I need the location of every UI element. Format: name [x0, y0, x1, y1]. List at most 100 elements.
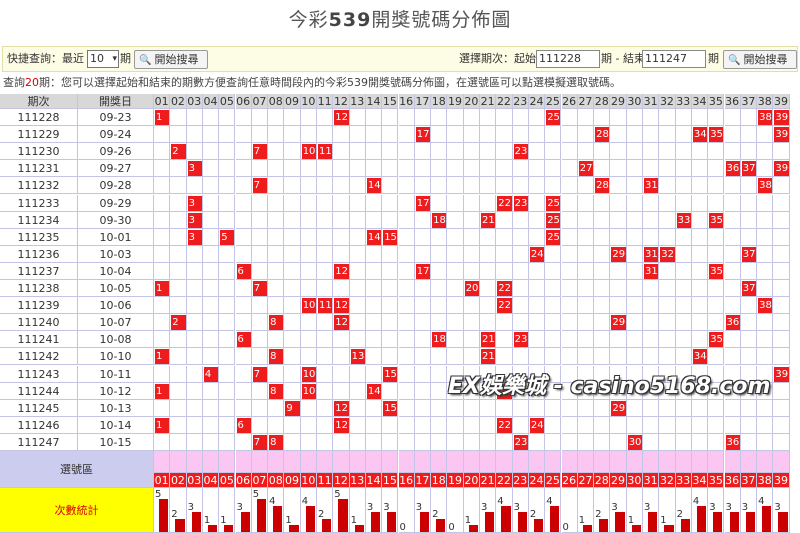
select-cell[interactable] [447, 451, 464, 473]
range-search-button[interactable]: 🔍 開始搜尋 [723, 50, 797, 69]
grid-cell [659, 331, 676, 349]
select-cell[interactable] [398, 451, 415, 473]
select-cell[interactable] [708, 451, 725, 473]
grid-cell [333, 228, 350, 246]
select-number-31[interactable]: 31 [643, 473, 660, 488]
select-number-39[interactable]: 39 [773, 473, 790, 488]
grid-cell [561, 433, 578, 451]
stats-cell: 3 [610, 488, 627, 533]
select-cell[interactable] [675, 451, 692, 473]
select-number-07[interactable]: 07 [251, 473, 269, 488]
select-cell[interactable] [561, 451, 578, 473]
grid-cell [268, 280, 285, 298]
select-number-02[interactable]: 02 [170, 473, 187, 488]
select-number-18[interactable]: 18 [431, 473, 448, 488]
select-number-38[interactable]: 38 [757, 473, 774, 488]
select-number-12[interactable]: 12 [333, 473, 350, 488]
grid-cell [317, 194, 334, 212]
select-number-09[interactable]: 09 [284, 473, 301, 488]
select-cell[interactable] [463, 451, 480, 473]
select-cell[interactable] [773, 451, 790, 473]
col-header-number: 10 [300, 94, 317, 109]
select-number-35[interactable]: 35 [708, 473, 725, 488]
select-number-33[interactable]: 33 [675, 473, 692, 488]
select-cell[interactable] [317, 451, 334, 473]
select-number-29[interactable]: 29 [610, 473, 627, 488]
select-number-25[interactable]: 25 [545, 473, 562, 488]
select-cell[interactable] [496, 451, 513, 473]
select-cell[interactable] [610, 451, 627, 473]
grid-cell [528, 143, 546, 161]
select-number-37[interactable]: 37 [740, 473, 758, 488]
select-cell[interactable] [643, 451, 660, 473]
stats-cell: 4 [757, 488, 774, 533]
select-number-30[interactable]: 30 [626, 473, 643, 488]
select-number-16[interactable]: 16 [398, 473, 415, 488]
select-cell[interactable] [528, 451, 546, 473]
select-cell[interactable] [186, 451, 203, 473]
query-notice: 查詢20期：您可以選擇起始和結束的期數方便查詢任意時間段內的今彩539開獎號碼分… [0, 74, 800, 92]
select-number-24[interactable]: 24 [528, 473, 546, 488]
select-cell[interactable] [268, 451, 285, 473]
select-number-13[interactable]: 13 [349, 473, 366, 488]
select-number-04[interactable]: 04 [202, 473, 220, 488]
select-cell[interactable] [333, 451, 350, 473]
select-number-01[interactable]: 01 [154, 473, 171, 488]
select-number-23[interactable]: 23 [512, 473, 529, 488]
select-cell[interactable] [740, 451, 758, 473]
select-cell[interactable] [691, 451, 709, 473]
select-number-14[interactable]: 14 [365, 473, 383, 488]
select-cell[interactable] [284, 451, 301, 473]
select-number-34[interactable]: 34 [691, 473, 709, 488]
select-cell[interactable] [577, 451, 595, 473]
stats-cell: 3 [643, 488, 660, 533]
select-number-26[interactable]: 26 [561, 473, 578, 488]
select-cell[interactable] [757, 451, 774, 473]
select-cell[interactable] [724, 451, 741, 473]
recent-count-select[interactable]: 10 ▾ [87, 50, 119, 68]
select-cell[interactable] [626, 451, 643, 473]
select-cell[interactable] [480, 451, 497, 473]
select-cell[interactable] [414, 451, 432, 473]
select-number-05[interactable]: 05 [219, 473, 236, 488]
select-number-03[interactable]: 03 [186, 473, 203, 488]
stats-count: 3 [481, 502, 488, 513]
select-number-06[interactable]: 06 [235, 473, 252, 488]
select-number-19[interactable]: 19 [447, 473, 464, 488]
select-cell[interactable] [154, 451, 171, 473]
select-number-17[interactable]: 17 [414, 473, 432, 488]
select-cell[interactable] [512, 451, 529, 473]
select-cell[interactable] [365, 451, 383, 473]
select-cell[interactable] [170, 451, 187, 473]
select-number-36[interactable]: 36 [724, 473, 741, 488]
select-cell[interactable] [300, 451, 317, 473]
select-number-21[interactable]: 21 [480, 473, 497, 488]
select-number-27[interactable]: 27 [577, 473, 595, 488]
select-cell[interactable] [594, 451, 611, 473]
select-number-32[interactable]: 32 [659, 473, 676, 488]
select-number-20[interactable]: 20 [463, 473, 480, 488]
end-period-input[interactable]: 111247 [642, 50, 706, 68]
select-cell[interactable] [235, 451, 252, 473]
select-cell[interactable] [202, 451, 220, 473]
select-cell[interactable] [382, 451, 399, 473]
select-number-11[interactable]: 11 [317, 473, 334, 488]
select-cell[interactable] [545, 451, 562, 473]
select-cell[interactable] [431, 451, 448, 473]
grid-cell [561, 314, 578, 332]
select-number-08[interactable]: 08 [268, 473, 285, 488]
select-number-28[interactable]: 28 [594, 473, 611, 488]
hit-number-cell: 39 [774, 161, 789, 177]
grid-cell [512, 177, 529, 195]
select-number-10[interactable]: 10 [300, 473, 317, 488]
select-cell[interactable] [659, 451, 676, 473]
grid-cell [577, 331, 595, 349]
select-cell[interactable] [251, 451, 269, 473]
select-cell[interactable] [219, 451, 236, 473]
quick-search-button[interactable]: 🔍 開始搜尋 [134, 50, 208, 69]
select-number-15[interactable]: 15 [382, 473, 399, 488]
select-cell[interactable] [349, 451, 366, 473]
grid-cell [480, 262, 497, 280]
start-period-input[interactable]: 111228 [536, 50, 600, 68]
select-number-22[interactable]: 22 [496, 473, 513, 488]
